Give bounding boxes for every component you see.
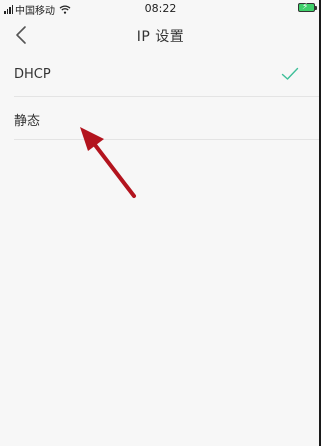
ip-settings-screen: 中国移动 08:22 ⚡ IP 设置 DHCP 静态 [0, 0, 321, 446]
battery-icon: ⚡ [298, 2, 317, 12]
checkmark-icon [281, 67, 299, 80]
option-label: 静态 [14, 114, 41, 129]
charging-icon: ⚡ [302, 2, 309, 12]
navigation-bar: IP 设置 [0, 16, 321, 54]
ip-mode-list: DHCP 静态 [0, 54, 321, 140]
page-title: IP 设置 [136, 29, 185, 45]
option-label: DHCP [14, 67, 51, 82]
option-dhcp[interactable]: DHCP [14, 54, 321, 97]
option-static[interactable]: 静态 [14, 97, 321, 140]
status-bar: 中国移动 08:22 ⚡ [0, 0, 321, 17]
status-time: 08:22 [144, 2, 177, 15]
